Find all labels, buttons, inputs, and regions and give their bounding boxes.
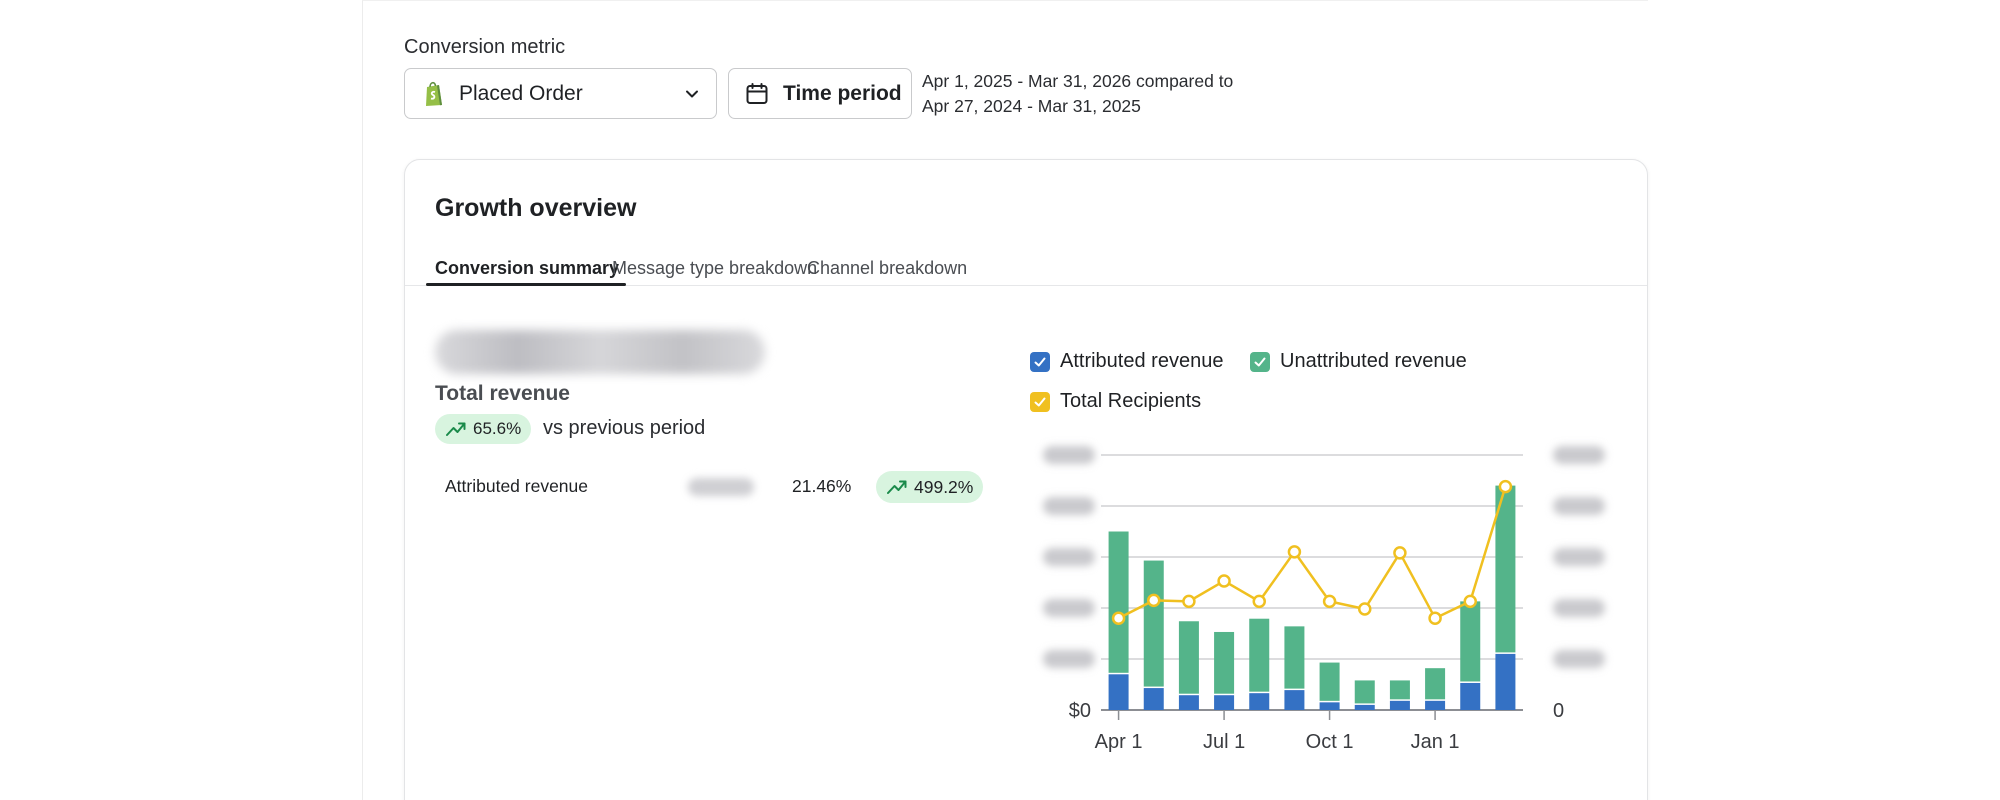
point-total-recipients <box>1322 594 1337 609</box>
point-total-recipients <box>1463 594 1477 609</box>
bar-unattributed <box>1108 531 1129 673</box>
left-tick-label-redacted <box>1043 446 1095 464</box>
bar-unattributed <box>1319 662 1340 701</box>
chevron-down-icon <box>686 90 698 98</box>
conversion-metric-select[interactable]: Placed Order <box>404 68 717 119</box>
period-range-previous: Apr 27, 2024 - Mar 31, 2025 <box>922 96 1141 116</box>
x-tick-label: Jul 1 <box>1203 731 1245 753</box>
bar-attributed <box>1495 653 1516 710</box>
point-total-recipients <box>1147 593 1161 608</box>
main-panel: Conversion metric Placed Order Time peri… <box>362 0 1648 800</box>
right-tick-label-redacted <box>1553 650 1605 668</box>
x-tick-label: Jan 1 <box>1411 731 1460 753</box>
bar-attributed <box>1389 700 1410 710</box>
calendar-icon <box>746 82 768 104</box>
bar-unattributed <box>1178 621 1199 694</box>
growth-overview-card: Growth overview Conversion summary Messa… <box>404 159 1648 800</box>
period-range-text: Apr 1, 2025 - Mar 31, 2026 compared to A… <box>922 69 1233 119</box>
bar-unattributed <box>1425 668 1446 700</box>
left-tick-label-redacted <box>1043 497 1095 515</box>
bar-unattributed <box>1214 631 1235 694</box>
point-total-recipients <box>1393 546 1407 560</box>
period-range-current: Apr 1, 2025 - Mar 31, 2026 compared to <box>922 71 1234 91</box>
time-period-button[interactable]: Time period <box>728 68 912 119</box>
right-tick-label-redacted <box>1553 446 1605 464</box>
bar-attributed <box>1460 682 1481 710</box>
left-tick-label-redacted <box>1043 599 1095 617</box>
point-total-recipients <box>1287 545 1302 559</box>
bar-attributed <box>1319 702 1340 710</box>
point-total-recipients <box>1111 611 1126 625</box>
point-total-recipients <box>1182 594 1196 609</box>
bar-unattributed <box>1249 618 1270 692</box>
conversion-metric-label: Conversion metric <box>404 36 566 58</box>
bar-attributed <box>1425 700 1446 710</box>
y-left-zero-label: $0 <box>1069 700 1091 722</box>
shopify-icon <box>426 81 442 106</box>
left-tick-label-redacted <box>1043 548 1095 566</box>
point-total-recipients <box>1217 574 1231 588</box>
y-right-zero-label: 0 <box>1553 700 1564 722</box>
x-tick-label: Apr 1 <box>1095 731 1143 753</box>
bar-attributed <box>1143 688 1164 710</box>
bar-attributed <box>1354 704 1375 710</box>
revenue-chart: Apr 1 Jul 1 Oct 1 Jan 1 $0 0 <box>1043 446 1605 753</box>
bar-unattributed <box>1389 680 1410 700</box>
bar-attributed <box>1108 674 1129 710</box>
point-total-recipients <box>1358 602 1372 616</box>
point-total-recipients <box>1498 479 1513 494</box>
bar-attributed <box>1178 695 1199 710</box>
bar-unattributed <box>1460 601 1481 682</box>
bar-unattributed <box>1284 626 1305 689</box>
point-total-recipients <box>1252 594 1266 609</box>
bar-attributed <box>1249 693 1270 710</box>
time-period-label: Time period <box>783 81 902 105</box>
right-tick-label-redacted <box>1553 548 1605 566</box>
point-total-recipients <box>1428 611 1442 625</box>
bar-unattributed <box>1143 560 1164 687</box>
bar-unattributed <box>1354 680 1375 704</box>
x-tick-label: Oct 1 <box>1306 731 1354 753</box>
left-tick-label-redacted <box>1043 650 1095 668</box>
right-tick-label-redacted <box>1553 497 1605 515</box>
metric-select-value: Placed Order <box>459 81 583 105</box>
right-tick-label-redacted <box>1553 599 1605 617</box>
bar-attributed <box>1284 690 1305 710</box>
bar-attributed <box>1214 695 1235 710</box>
